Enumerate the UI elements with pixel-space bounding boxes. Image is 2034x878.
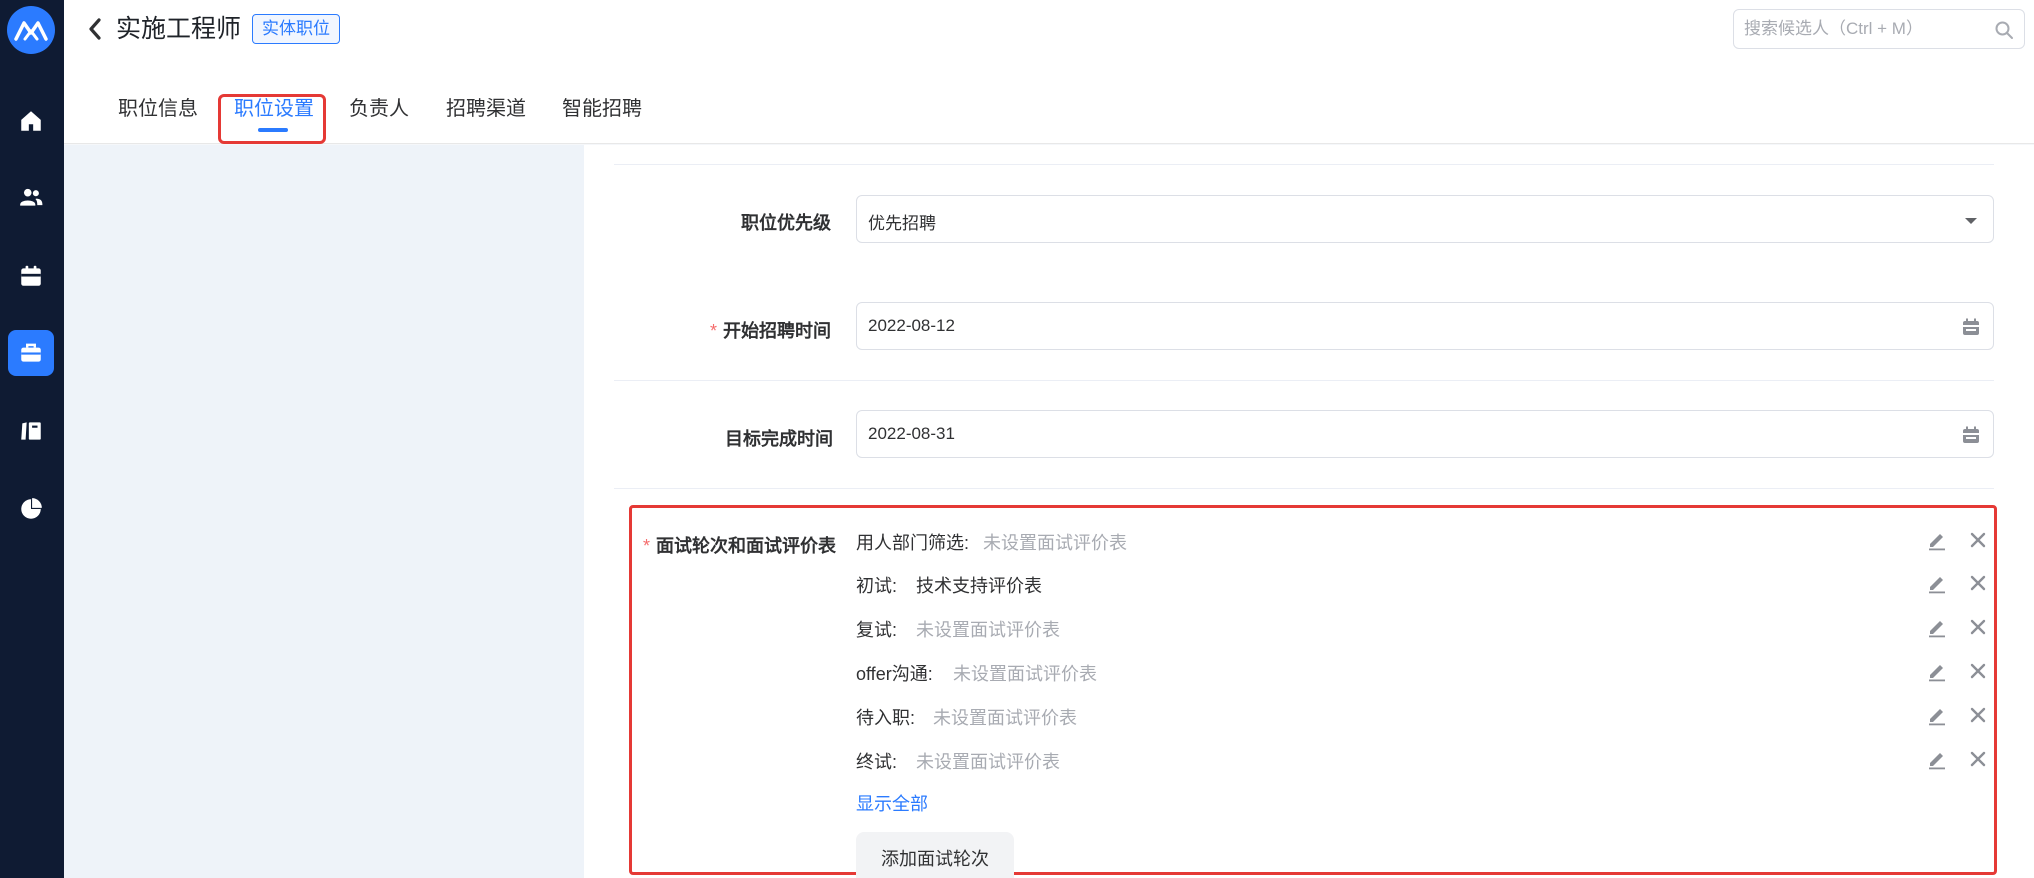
pie-chart-icon [21, 498, 42, 519]
round-eval-form: 未设置面试评价表 [933, 708, 1077, 728]
interview-rounds-label: * 面试轮次和面试评价表 [643, 536, 837, 556]
calendar-icon [21, 265, 41, 286]
add-interview-round-button[interactable]: 添加面试轮次 [856, 832, 1014, 878]
list-item: offer沟通: 未设置面试评价表 [856, 656, 1996, 686]
calendar-icon [1963, 426, 1979, 443]
required-mark: * [643, 536, 651, 556]
calendar-icon [1963, 318, 1979, 335]
target-date-value: 2022-08-31 [868, 424, 955, 443]
nav-schedule[interactable] [8, 253, 54, 299]
caret-down-icon [1965, 218, 1977, 224]
divider [614, 488, 1994, 489]
round-eval-form: 未设置面试评价表 [953, 664, 1097, 684]
round-eval-form: 未设置面试评价表 [916, 752, 1060, 772]
round-eval-form: 未设置面试评价表 [983, 533, 1127, 553]
close-icon[interactable] [1969, 750, 1987, 768]
home-icon [21, 111, 41, 131]
round-name: 用人部门筛选: [856, 533, 970, 553]
job-type-badge: 实体职位 [252, 14, 340, 44]
close-icon[interactable] [1969, 574, 1987, 592]
target-date-label: 目标完成时间 [725, 429, 833, 449]
tab-owner[interactable]: 负责人 [349, 92, 409, 126]
target-date-picker[interactable]: 2022-08-31 [856, 410, 1994, 458]
divider [614, 164, 1994, 165]
list-item: 初试: 技术支持评价表 [856, 568, 1996, 598]
books-icon [21, 422, 41, 440]
users-icon [20, 188, 43, 206]
nav-candidates[interactable] [8, 174, 54, 220]
tab-smart-recruit[interactable]: 智能招聘 [562, 92, 642, 126]
priority-label: 职位优先级 [741, 213, 831, 233]
start-date-label: * 开始招聘时间 [710, 321, 832, 341]
close-icon[interactable] [1969, 618, 1987, 636]
close-icon[interactable] [1969, 662, 1987, 680]
briefcase-icon [21, 343, 41, 362]
priority-value: 优先招聘 [868, 214, 936, 233]
start-date-picker[interactable]: 2022-08-12 [856, 302, 1994, 350]
round-name: 初试: [856, 576, 898, 596]
app-logo[interactable] [7, 6, 55, 54]
start-date-value: 2022-08-12 [868, 316, 955, 335]
round-name: 终试: [856, 752, 898, 772]
left-panel [64, 145, 584, 878]
required-mark: * [710, 321, 718, 341]
round-name: 复试: [856, 620, 898, 640]
nav-reports[interactable] [8, 486, 54, 532]
list-item: 待入职: 未设置面试评价表 [856, 700, 1996, 730]
highlight-box-tab [218, 94, 326, 144]
tab-channels[interactable]: 招聘渠道 [446, 92, 526, 126]
edit-icon[interactable] [1926, 660, 1948, 682]
candidate-search[interactable] [1733, 9, 2025, 49]
close-icon[interactable] [1969, 706, 1987, 724]
edit-icon[interactable] [1926, 704, 1948, 726]
sidebar [0, 0, 64, 878]
show-all-link[interactable]: 显示全部 [856, 790, 928, 816]
edit-icon[interactable] [1926, 616, 1948, 638]
list-item: 用人部门筛选: 未设置面试评价表 [856, 525, 1996, 555]
priority-select[interactable]: 优先招聘 [856, 195, 1994, 243]
list-item: 终试: 未设置面试评价表 [856, 744, 1996, 774]
divider [614, 380, 1994, 381]
tab-job-info[interactable]: 职位信息 [118, 92, 198, 126]
highlight-box-interview-rounds [629, 505, 1997, 875]
nav-jobs[interactable] [8, 330, 54, 376]
round-name: 待入职: [856, 708, 916, 728]
search-input[interactable] [1744, 10, 1984, 48]
nav-library[interactable] [8, 408, 54, 454]
nav-home[interactable] [8, 98, 54, 144]
search-icon[interactable] [1994, 20, 2014, 40]
round-eval-form: 未设置面试评价表 [916, 620, 1060, 640]
page-title: 实施工程师 [116, 15, 242, 43]
close-icon[interactable] [1969, 531, 1987, 549]
edit-icon[interactable] [1926, 529, 1948, 551]
logo-icon [14, 21, 48, 41]
list-item: 复试: 未设置面试评价表 [856, 612, 1996, 642]
edit-icon[interactable] [1926, 748, 1948, 770]
back-arrow-icon[interactable] [84, 16, 106, 42]
edit-icon[interactable] [1926, 572, 1948, 594]
round-eval-form: 技术支持评价表 [916, 576, 1042, 596]
round-name: offer沟通: [856, 664, 933, 684]
